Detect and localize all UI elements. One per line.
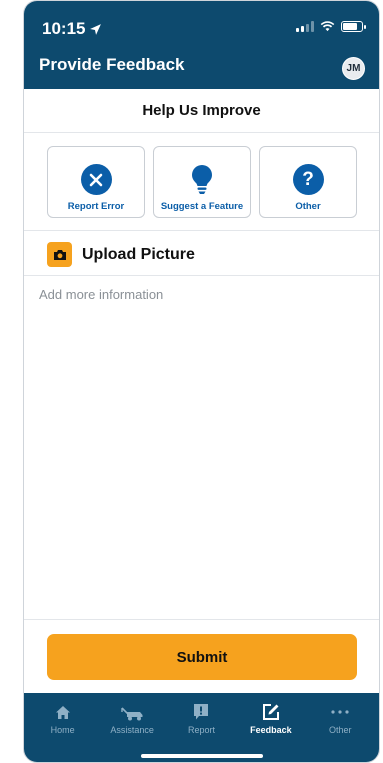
home-icon xyxy=(55,703,71,721)
tab-home-label: Home xyxy=(50,725,75,735)
suggest-feature-label: Suggest a Feature xyxy=(160,201,244,212)
lightbulb-icon xyxy=(192,165,212,194)
tab-other[interactable]: Other xyxy=(309,703,371,762)
more-icon xyxy=(331,703,349,721)
phone-frame: 10:15 Provide Feedback JM Help Us Improv… xyxy=(23,0,380,763)
tow-truck-icon xyxy=(120,703,144,721)
tab-home[interactable]: Home xyxy=(32,703,94,762)
home-indicator[interactable] xyxy=(141,754,263,758)
more-information-field[interactable] xyxy=(39,287,365,617)
divider xyxy=(24,230,379,231)
report-error-button[interactable]: Report Error xyxy=(47,146,145,218)
close-circle-icon xyxy=(80,164,112,195)
section-title: Help Us Improve xyxy=(24,89,379,133)
report-error-label: Report Error xyxy=(67,201,125,212)
divider xyxy=(24,619,379,620)
tab-assistance-label: Assistance xyxy=(110,725,154,735)
bottom-tab-bar: Home Assistance Report Feedback Other xyxy=(24,693,379,762)
app-header: 10:15 Provide Feedback JM xyxy=(24,1,379,89)
other-feedback-label: Other xyxy=(295,201,321,212)
status-time-text: 10:15 xyxy=(42,19,86,38)
status-time: 10:15 xyxy=(42,19,102,39)
suggest-feature-button[interactable]: Suggest a Feature xyxy=(153,146,251,218)
avatar[interactable]: JM xyxy=(342,57,365,80)
battery-icon xyxy=(341,21,366,32)
question-circle-icon: ? xyxy=(292,164,324,195)
location-arrow-icon xyxy=(90,23,102,35)
edit-icon xyxy=(262,703,280,721)
camera-icon xyxy=(47,242,72,267)
upload-picture-label: Upload Picture xyxy=(82,245,195,263)
feedback-type-options: Report Error Suggest a Feature ? Other xyxy=(47,146,358,218)
wifi-icon xyxy=(320,21,335,32)
status-icons xyxy=(296,21,366,32)
report-icon xyxy=(193,703,209,721)
upload-picture-button[interactable]: Upload Picture xyxy=(47,242,195,267)
other-feedback-button[interactable]: ? Other xyxy=(259,146,357,218)
page-title: Provide Feedback xyxy=(39,55,185,74)
divider xyxy=(24,275,379,276)
tab-report-label: Report xyxy=(187,725,215,735)
signal-icon xyxy=(296,21,314,32)
submit-button[interactable]: Submit xyxy=(47,634,357,680)
tab-feedback-label: Feedback xyxy=(250,725,292,735)
tab-other-label: Other xyxy=(328,725,352,735)
